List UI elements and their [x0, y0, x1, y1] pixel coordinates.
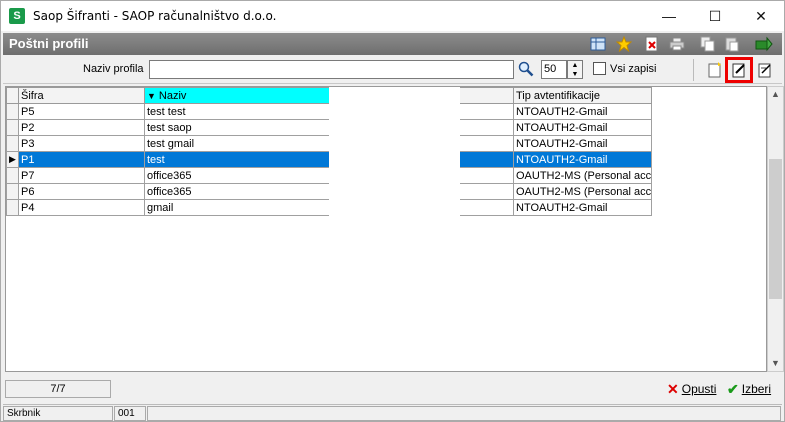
status-message [147, 406, 781, 421]
column-header-tip[interactable]: Tip avtentifikacije [512, 87, 653, 104]
filter-bar: Naziv profila 50 ▲ ▼ Vsi zapisi [3, 56, 782, 84]
scroll-up-icon[interactable]: ▲ [768, 87, 783, 102]
footer-bar: 7/7 ✕ Opusti ✔ Izberi [3, 377, 782, 401]
cell-naziv: test saop [144, 119, 330, 136]
cancel-label: Opusti [681, 382, 717, 396]
cell-sifra: P1 [18, 151, 145, 168]
status-user: Skrbnik [3, 406, 113, 421]
status-code: 001 [114, 406, 146, 421]
cell-tip: NTOAUTH2-Gmail [512, 135, 653, 152]
spin-down-icon[interactable]: ▼ [568, 70, 582, 79]
cell-naziv: test test [144, 103, 330, 120]
scroll-down-icon[interactable]: ▼ [768, 356, 783, 371]
cell-sifra: P7 [18, 167, 145, 184]
cell-tip: OAUTH2-MS (Personal acc [512, 167, 653, 184]
row-indicator [6, 135, 19, 152]
close-button[interactable]: ✕ [738, 1, 784, 31]
row-indicator [6, 167, 19, 184]
sort-desc-icon: ▼ [147, 90, 156, 101]
panel-header: Poštni profili [3, 33, 782, 55]
filter-label: Naziv profila [83, 63, 144, 75]
cell-tip: NTOAUTH2-Gmail [512, 103, 653, 120]
column-header-sifra[interactable]: Šifra [18, 87, 145, 104]
delete-doc-icon[interactable] [643, 35, 661, 53]
cell-naziv: office365 [144, 167, 330, 184]
export-icon[interactable] [589, 35, 607, 53]
row-indicator [6, 119, 19, 136]
column-header-naziv-label: Naziv [158, 89, 187, 102]
window-title: Saop Šifranti - SAOP računalništvo d.o.o… [33, 9, 277, 23]
row-indicator [6, 199, 19, 216]
cell-tip: NTOAUTH2-Gmail [512, 151, 653, 168]
cancel-x-icon: ✕ [667, 380, 679, 397]
row-indicator-header [6, 87, 19, 104]
cell-sifra: P2 [18, 119, 145, 136]
app-icon: S [9, 8, 25, 24]
select-button[interactable]: ✔ Izberi [727, 380, 771, 398]
all-records-checkbox[interactable] [593, 62, 606, 75]
column-header-naziv[interactable]: ▼ Naziv [144, 87, 330, 104]
all-records-label: Vsi zapisi [610, 63, 657, 75]
maximize-button[interactable]: ☐ [692, 1, 738, 31]
title-bar: S Saop Šifranti - SAOP računalništvo d.o… [1, 1, 784, 31]
current-row-arrow-icon: ▶ [6, 151, 19, 168]
cell-tip: NTOAUTH2-Gmail [512, 199, 653, 216]
record-limit-spinner[interactable]: ▲ ▼ [567, 60, 583, 79]
print-icon[interactable] [668, 35, 686, 53]
new-record-button[interactable] [704, 59, 726, 81]
panel-title: Poštni profili [9, 36, 89, 51]
row-indicator [6, 183, 19, 200]
record-limit-input[interactable]: 50 [541, 60, 567, 79]
exit-icon[interactable] [755, 35, 773, 53]
cell-naziv: test gmail [144, 135, 330, 152]
cell-sifra: P6 [18, 183, 145, 200]
select-label: Izberi [741, 382, 772, 396]
paste-icon[interactable] [723, 35, 741, 53]
profile-name-filter-input[interactable] [149, 60, 514, 79]
checkmark-icon: ✔ [727, 380, 739, 397]
profiles-grid[interactable]: Šifra ▼Naziv Ime računa Tip avtentifikac… [5, 86, 767, 372]
status-bar: Skrbnik 001 [3, 404, 782, 421]
edit-copy-button[interactable] [754, 59, 776, 81]
cell-sifra: P5 [18, 103, 145, 120]
minimize-button[interactable]: — [646, 1, 692, 31]
scrollbar-thumb[interactable] [769, 159, 782, 299]
search-icon[interactable] [518, 61, 536, 79]
redacted-account-column [329, 87, 460, 227]
spin-up-icon[interactable]: ▲ [568, 61, 582, 70]
vertical-scrollbar[interactable]: ▲ ▼ [767, 86, 784, 372]
cell-sifra: P3 [18, 135, 145, 152]
record-count: 7/7 [5, 380, 111, 398]
cell-tip: NTOAUTH2-Gmail [512, 119, 653, 136]
cancel-button[interactable]: ✕ Opusti [667, 380, 716, 398]
cell-sifra: P4 [18, 199, 145, 216]
cell-naziv: gmail [144, 199, 330, 216]
row-indicator [6, 103, 19, 120]
edit-record-button[interactable] [725, 57, 753, 83]
favorite-star-icon[interactable] [615, 35, 633, 53]
cell-naziv: office365 [144, 183, 330, 200]
cell-naziv: test [144, 151, 330, 168]
cell-tip: OAUTH2-MS (Personal acc [512, 183, 653, 200]
main-window: S Saop Šifranti - SAOP računalništvo d.o… [0, 0, 785, 422]
copy-icon[interactable] [699, 35, 717, 53]
toolbar-separator [693, 59, 694, 81]
